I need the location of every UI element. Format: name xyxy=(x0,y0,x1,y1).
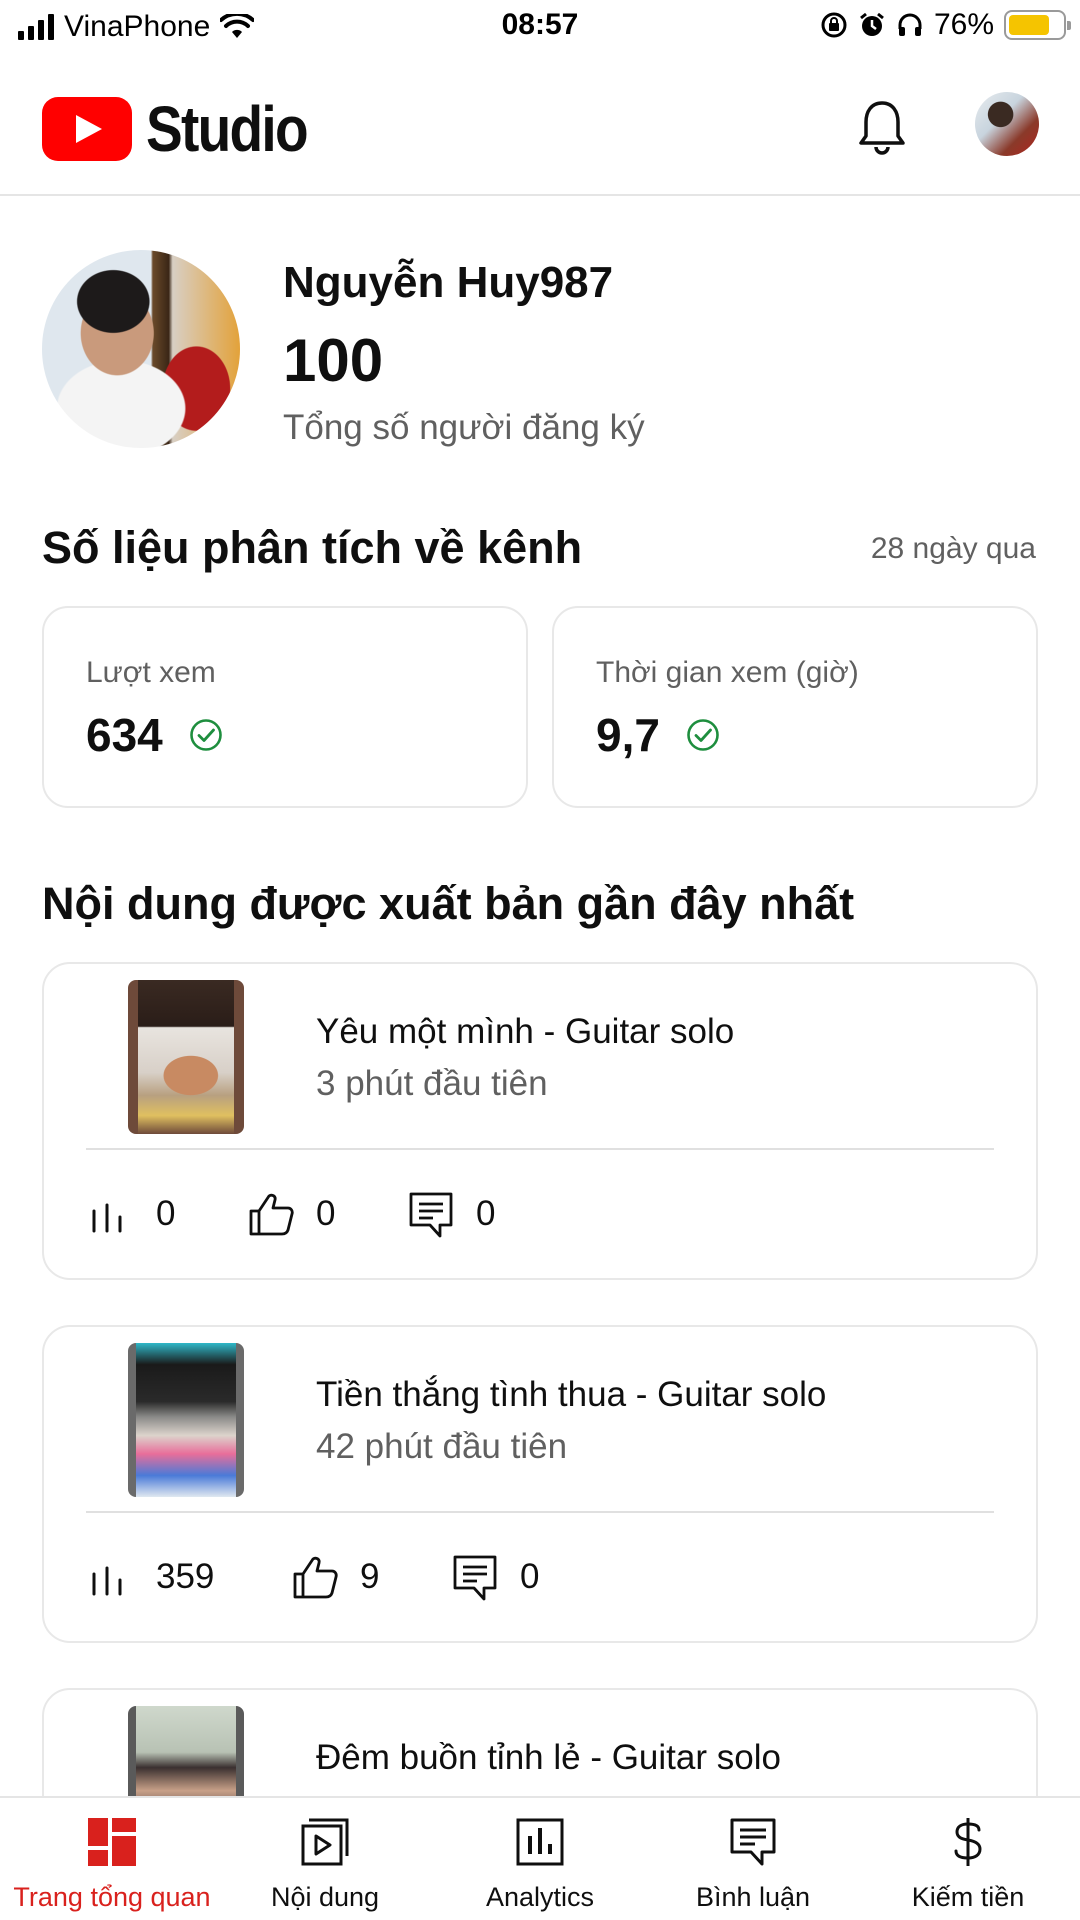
youtube-play-icon xyxy=(42,97,132,161)
nav-content[interactable]: Nội dung xyxy=(220,1798,430,1920)
video-card[interactable]: Tiền thắng tình thua - Guitar solo 42 ph… xyxy=(42,1325,1038,1643)
bottom-navigation: Trang tổng quan Nội dung Analytics Bình … xyxy=(0,1796,1080,1920)
views-bars-icon xyxy=(92,1203,122,1233)
headphones-icon xyxy=(898,13,922,36)
metric-value: 634 xyxy=(86,709,163,761)
video-title: Đêm buồn tỉnh lẻ - Guitar solo xyxy=(316,1738,781,1777)
views-stat: 359 xyxy=(86,1549,214,1605)
comments-stat: 0 xyxy=(450,1549,539,1605)
nav-comments[interactable]: Bình luận xyxy=(648,1798,858,1920)
views-bars-icon xyxy=(92,1566,122,1596)
battery-level xyxy=(1009,15,1049,35)
nav-label: Trang tổng quan xyxy=(13,1882,211,1912)
nav-analytics[interactable]: Analytics xyxy=(434,1798,646,1920)
video-period: 42 phút đầu tiên xyxy=(316,1427,568,1466)
nav-label: Analytics xyxy=(485,1882,595,1912)
video-thumbnail[interactable] xyxy=(128,1343,244,1497)
likes-count: 9 xyxy=(360,1557,380,1596)
nav-label: Kiếm tiền xyxy=(911,1882,1025,1912)
video-thumbnail[interactable] xyxy=(128,980,244,1134)
analytics-title: Số liệu phân tích về kênh xyxy=(42,522,583,573)
subscriber-label: Tổng số người đăng ký xyxy=(283,408,645,447)
dollar-icon xyxy=(954,1818,982,1866)
dashboard-icon xyxy=(88,1818,136,1866)
likes-stat: 9 xyxy=(290,1549,379,1605)
comments-count: 0 xyxy=(476,1194,496,1233)
nav-earn[interactable]: Kiếm tiền xyxy=(862,1798,1074,1920)
metric-card-watch-time[interactable]: Thời gian xem (giờ) 9,7 xyxy=(552,606,1038,808)
comments-count: 0 xyxy=(520,1557,540,1596)
video-period: 3 phút đầu tiên xyxy=(316,1064,548,1103)
rotation-lock-icon xyxy=(821,12,847,38)
divider xyxy=(86,1148,994,1150)
nav-label: Nội dung xyxy=(270,1882,380,1912)
account-avatar[interactable] xyxy=(975,92,1039,156)
metric-label: Thời gian xem (giờ) xyxy=(596,656,859,689)
comment-icon xyxy=(409,1192,453,1238)
app-header: Studio xyxy=(0,58,1080,196)
channel-avatar xyxy=(42,250,240,448)
notifications-bell-icon[interactable] xyxy=(856,98,908,156)
subscriber-count: 100 xyxy=(283,327,384,394)
thumbs-up-icon xyxy=(249,1193,294,1236)
metric-card-views[interactable]: Lượt xem 634 xyxy=(42,606,528,808)
divider xyxy=(86,1511,994,1513)
video-title: Yêu một mình - Guitar solo xyxy=(316,1012,735,1051)
comments-stat: 0 xyxy=(406,1186,495,1242)
comments-icon xyxy=(730,1818,776,1866)
likes-stat: 0 xyxy=(246,1186,335,1242)
views-stat: 0 xyxy=(86,1186,175,1242)
metric-value: 9,7 xyxy=(596,709,660,761)
analytics-period: 28 ngày qua xyxy=(870,532,1036,565)
nav-label: Bình luận xyxy=(695,1882,811,1912)
alarm-icon xyxy=(860,12,884,36)
status-bar: VinaPhone 08:57 76% xyxy=(0,0,1080,56)
video-title: Tiền thắng tình thua - Guitar solo xyxy=(316,1375,827,1414)
channel-name: Nguyễn Huy987 xyxy=(283,258,614,307)
metric-label: Lượt xem xyxy=(86,656,216,689)
thumbs-up-icon xyxy=(293,1556,338,1599)
likes-count: 0 xyxy=(316,1194,336,1233)
studio-logo[interactable]: Studio xyxy=(42,92,333,166)
video-card[interactable]: Yêu một mình - Guitar solo 3 phút đầu ti… xyxy=(42,962,1038,1280)
logo-text: Studio xyxy=(146,93,309,165)
battery-icon xyxy=(1004,10,1071,40)
battery-percent: 76% xyxy=(933,8,994,41)
check-circle-icon xyxy=(687,719,719,751)
check-circle-icon xyxy=(189,719,222,751)
analytics-icon xyxy=(516,1818,564,1866)
comment-icon xyxy=(453,1555,497,1601)
views-count: 0 xyxy=(156,1194,176,1233)
status-right: 76% xyxy=(820,8,1071,42)
recent-content-title: Nội dung được xuất bản gần đây nhất xyxy=(42,878,855,929)
views-count: 359 xyxy=(156,1557,215,1596)
content-icon xyxy=(301,1818,349,1866)
nav-dashboard[interactable]: Trang tổng quan xyxy=(6,1798,218,1920)
